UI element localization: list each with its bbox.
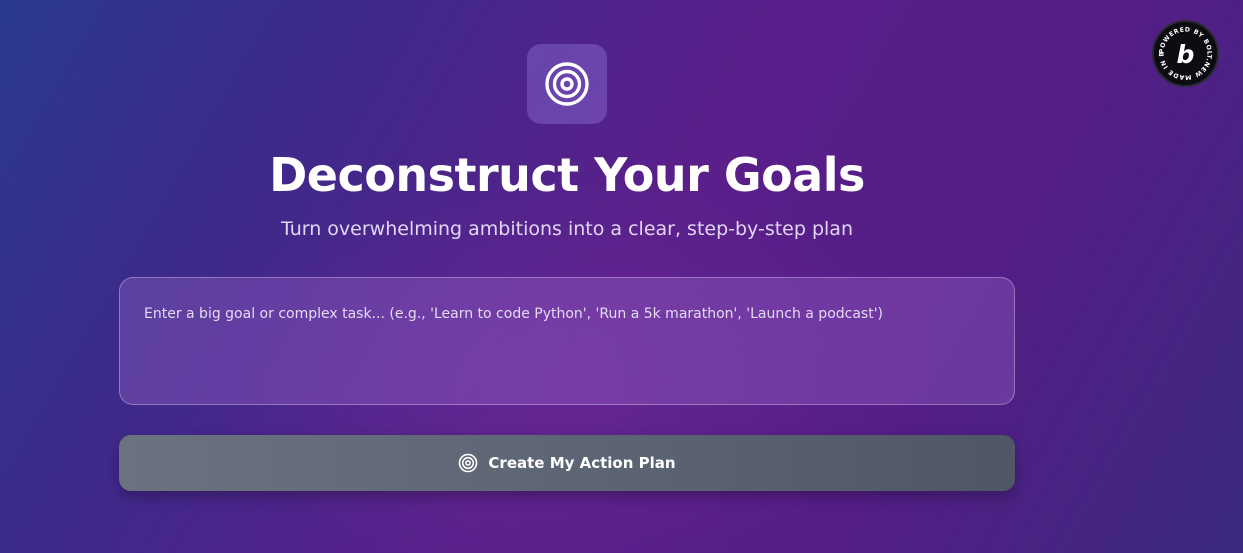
goal-input[interactable] bbox=[119, 277, 1015, 405]
bolt-badge-letter: b bbox=[1177, 40, 1195, 69]
bolt-badge-graphic: POWERED BY BOLT.NEW MADE IN BOLT.NEW b bbox=[1150, 17, 1212, 81]
page-title: Deconstruct Your Goals bbox=[269, 148, 865, 202]
create-action-plan-button[interactable]: Create My Action Plan bbox=[119, 435, 1015, 491]
target-icon bbox=[545, 62, 589, 106]
logo-tile bbox=[527, 44, 607, 124]
target-icon bbox=[459, 453, 478, 473]
page-subtitle: Turn overwhelming ambitions into a clear… bbox=[280, 218, 853, 240]
create-action-plan-label: Create My Action Plan bbox=[488, 454, 676, 472]
bolt-badge[interactable]: POWERED BY BOLT.NEW MADE IN BOLT.NEW b bbox=[1150, 17, 1219, 87]
